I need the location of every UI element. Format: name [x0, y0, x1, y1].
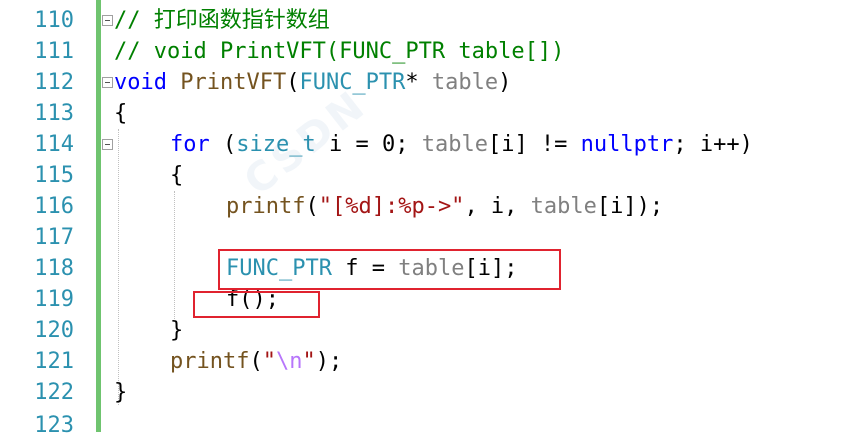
line-number: 110 [34, 8, 74, 33]
call-end: ); [315, 349, 343, 374]
keyword-void: void [114, 70, 167, 95]
param-name: table [421, 132, 488, 157]
code-brace: { [114, 101, 128, 126]
param-name: table [431, 70, 499, 95]
highlight-box [218, 249, 561, 290]
line-number: 112 [34, 70, 74, 95]
line-number: 115 [34, 163, 74, 188]
code-line: 115 { [0, 160, 866, 191]
function-name: printf [226, 194, 306, 219]
code-text: void PrintVFT(FUNC_PTR* table) [114, 67, 511, 98]
args: , i, [464, 194, 531, 219]
param-name: table [530, 194, 597, 219]
line-number: 122 [34, 380, 74, 405]
code-line: 112 void PrintVFT(FUNC_PTR* table) [0, 67, 866, 98]
line-number: 111 [34, 39, 74, 64]
code-text: printf("\n"); [170, 346, 342, 377]
line-number: 117 [34, 225, 74, 250]
code-comment: // 打印函数指针数组 [114, 8, 330, 33]
code-line: 114 for (size_t i = 0; table[i] != nullp… [0, 129, 866, 160]
line-number: 120 [34, 318, 74, 343]
code-line: 113 { [0, 98, 866, 129]
string-literal: "[%d]:%p->" [318, 194, 465, 219]
line-number: 113 [34, 101, 74, 126]
code-brace: } [114, 380, 128, 405]
code-text: printf("[%d]:%p->", i, table[i]); [226, 191, 663, 222]
code-brace: { [170, 163, 184, 188]
line-number: 119 [34, 287, 74, 312]
loop-cond: [i] != [487, 132, 581, 157]
code-comment: // void PrintVFT(FUNC_PTR table[]) [114, 39, 565, 64]
paren-open: ( [249, 349, 263, 374]
highlight-box [193, 291, 320, 318]
pointer-star: * [405, 70, 419, 95]
line-number: 118 [34, 256, 74, 281]
code-line: 123 [0, 410, 866, 441]
code-line: 120 } [0, 315, 866, 346]
code-line: 121 printf("\n"); [0, 346, 866, 377]
loop-init: i = 0; [328, 132, 409, 157]
loop-rest: ; i++) [673, 132, 753, 157]
type-name: FUNC_PTR [299, 70, 406, 95]
keyword-for: for [170, 132, 210, 157]
line-number: 121 [34, 349, 74, 374]
escape-sequence: \n [275, 349, 303, 374]
line-number: 123 [34, 413, 74, 438]
code-line: 111 // void PrintVFT(FUNC_PTR table[]) [0, 36, 866, 67]
code-brace: } [170, 318, 184, 343]
args-end: [i]); [596, 194, 664, 219]
paren-close: ) [498, 70, 512, 95]
code-line: 110 // 打印函数指针数组 [0, 5, 866, 36]
string-quote: " [262, 349, 276, 374]
code-text: for (size_t i = 0; table[i] != nullptr; … [170, 129, 753, 160]
paren-open: ( [305, 194, 319, 219]
code-line: 116 printf("[%d]:%p->", i, table[i]); [0, 191, 866, 222]
function-name: PrintVFT [180, 70, 287, 95]
paren-open: ( [286, 70, 300, 95]
paren-open: ( [223, 132, 237, 157]
function-name: printf [170, 349, 250, 374]
type-name: size_t [236, 132, 316, 157]
code-editor[interactable]: CSDN 110 // 打印函数指针数组 111 // void PrintVF… [0, 0, 866, 438]
string-quote: " [302, 349, 316, 374]
keyword-nullptr: nullptr [580, 132, 674, 157]
line-number: 114 [34, 132, 74, 157]
line-number: 116 [34, 194, 74, 219]
code-line: 122 } [0, 377, 866, 408]
